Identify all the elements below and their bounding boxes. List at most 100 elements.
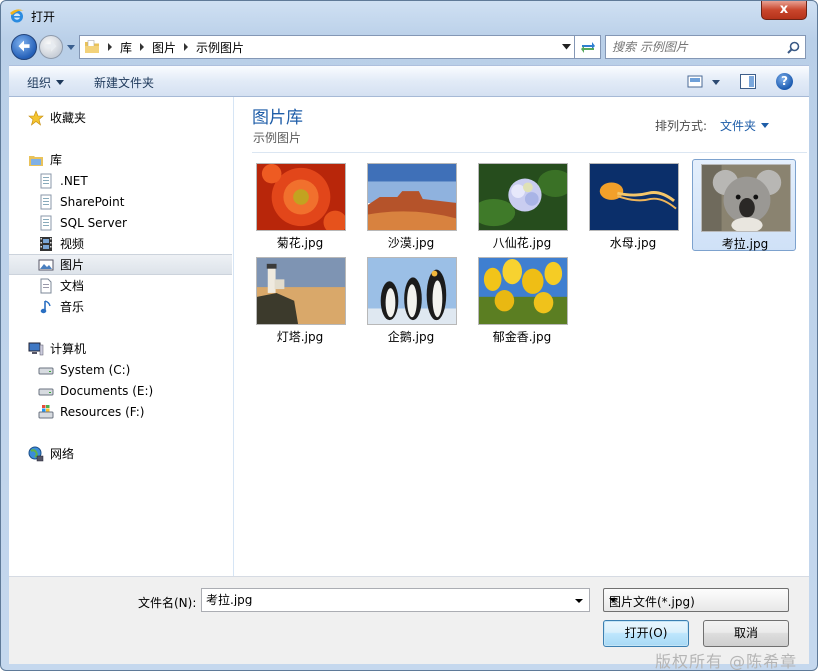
sidebar-item-music[interactable]: 音乐 bbox=[9, 296, 232, 317]
chevron-right-icon[interactable] bbox=[107, 43, 113, 51]
new-folder-button[interactable]: 新建文件夹 bbox=[94, 74, 154, 91]
network-globe-icon bbox=[28, 446, 44, 461]
library-title: 图片库 bbox=[252, 108, 303, 128]
navigation-bar: 库 图片 示例图片 bbox=[9, 32, 809, 62]
breadcrumb-libraries[interactable]: 库 bbox=[120, 39, 132, 56]
chevron-right-icon[interactable] bbox=[139, 43, 145, 51]
file-name: 沙漠.jpg bbox=[387, 236, 435, 250]
sidebar-item-sharepoint[interactable]: SharePoint bbox=[9, 191, 232, 212]
command-toolbar: 组织 新建文件夹 ? bbox=[9, 65, 809, 97]
libraries-icon bbox=[29, 155, 43, 166]
sidebar-item-libraries[interactable]: 库 bbox=[9, 149, 232, 170]
sidebar-item-drive-c[interactable]: System (C:) bbox=[9, 359, 232, 380]
arrange-by-dropdown[interactable]: 文件夹 bbox=[720, 117, 770, 134]
filetype-select[interactable]: 图片文件(*.jpg) bbox=[603, 588, 789, 612]
organize-label: 组织 bbox=[27, 76, 52, 90]
chevron-right-icon[interactable] bbox=[183, 43, 189, 51]
arrow-right-icon bbox=[45, 40, 57, 52]
address-bar[interactable]: 库 图片 示例图片 bbox=[79, 35, 575, 59]
document-library-icon bbox=[40, 173, 52, 188]
picture-icon bbox=[38, 259, 54, 270]
document-icon bbox=[40, 278, 52, 293]
file-name: 企鹅.jpg bbox=[387, 330, 435, 344]
music-note-icon bbox=[40, 299, 51, 313]
filename-input[interactable] bbox=[206, 592, 566, 606]
chevron-down-icon[interactable] bbox=[562, 43, 571, 51]
copyright-watermark: 版权所有 @陈希章 bbox=[655, 652, 798, 671]
chevron-down-icon bbox=[56, 80, 65, 85]
breadcrumb-sample-pictures[interactable]: 示例图片 bbox=[196, 39, 244, 56]
file-list-pane: 图片库 示例图片 排列方式: 文件夹 菊花.jpg 沙漠.jpg 八仙花.jpg… bbox=[234, 97, 809, 576]
file-item-hydrangeas[interactable]: 八仙花.jpg bbox=[470, 159, 574, 251]
sidebar-item-videos[interactable]: 视频 bbox=[9, 233, 232, 254]
hard-drive-icon bbox=[38, 367, 54, 374]
sidebar-item-network[interactable]: 网络 bbox=[9, 443, 232, 464]
title-bar[interactable]: 打开 x bbox=[1, 1, 817, 31]
close-button[interactable]: x bbox=[761, 1, 807, 20]
thumbnail-koala bbox=[701, 164, 791, 232]
chevron-down-icon bbox=[761, 123, 770, 128]
help-button[interactable]: ? bbox=[776, 73, 793, 90]
document-library-icon bbox=[40, 215, 52, 230]
forward-button[interactable] bbox=[39, 35, 63, 59]
thumbnail-penguins bbox=[367, 257, 457, 325]
file-item-koala[interactable]: 考拉.jpg bbox=[692, 159, 796, 251]
internet-explorer-icon bbox=[10, 9, 24, 23]
refresh-icon bbox=[580, 42, 595, 53]
breadcrumb-pictures[interactable]: 图片 bbox=[152, 39, 176, 56]
change-view-icon[interactable] bbox=[687, 75, 721, 89]
file-item-lighthouse[interactable]: 灯塔.jpg bbox=[248, 253, 352, 345]
computer-icon bbox=[28, 342, 44, 355]
file-name: 灯塔.jpg bbox=[276, 330, 324, 344]
thumbnail-lighthouse bbox=[256, 257, 346, 325]
navigation-pane: 收藏夹 库 .NET SharePoint SQL Server 视频 图片 文… bbox=[9, 97, 234, 576]
filetype-value: 图片文件(*.jpg) bbox=[609, 595, 695, 609]
thumbnail-chrysanthemum bbox=[256, 163, 346, 231]
thumbnail-jellyfish bbox=[589, 163, 679, 231]
arrow-left-icon bbox=[18, 40, 30, 52]
sidebar-item-sql-server[interactable]: SQL Server bbox=[9, 212, 232, 233]
thumbnail-desert bbox=[367, 163, 457, 231]
search-icon[interactable] bbox=[787, 41, 800, 54]
refresh-button[interactable] bbox=[575, 35, 601, 59]
back-button[interactable] bbox=[11, 34, 37, 60]
cancel-button[interactable]: 取消 bbox=[703, 620, 789, 647]
sidebar-item-dotnet[interactable]: .NET bbox=[9, 170, 232, 191]
organize-button[interactable]: 组织 bbox=[27, 74, 65, 91]
file-item-penguins[interactable]: 企鹅.jpg bbox=[359, 253, 463, 345]
file-name: 八仙花.jpg bbox=[492, 236, 552, 250]
sidebar-item-pictures[interactable]: 图片 bbox=[9, 254, 232, 275]
filename-label: 文件名(N): bbox=[138, 596, 197, 610]
file-item-jellyfish[interactable]: 水母.jpg bbox=[581, 159, 685, 251]
search-box[interactable] bbox=[605, 35, 806, 59]
file-item-tulips[interactable]: 郁金香.jpg bbox=[470, 253, 574, 345]
star-icon bbox=[28, 109, 44, 126]
file-name: 考拉.jpg bbox=[721, 237, 769, 251]
thumbnail-hydrangeas bbox=[478, 163, 568, 231]
search-input[interactable] bbox=[612, 40, 782, 54]
file-item-desert[interactable]: 沙漠.jpg bbox=[359, 159, 463, 251]
file-name: 郁金香.jpg bbox=[492, 330, 552, 344]
windows-drive-icon bbox=[38, 404, 54, 418]
film-icon bbox=[40, 236, 52, 251]
sidebar-item-favorites[interactable]: 收藏夹 bbox=[9, 107, 232, 128]
sidebar-item-computer[interactable]: 计算机 bbox=[9, 338, 232, 359]
chevron-down-icon bbox=[609, 598, 617, 602]
hard-drive-icon bbox=[38, 388, 54, 395]
chevron-down-icon[interactable] bbox=[575, 599, 583, 603]
filename-combobox[interactable] bbox=[201, 588, 590, 612]
open-button[interactable]: 打开(O) bbox=[603, 620, 689, 647]
file-item-chrysanthemum[interactable]: 菊花.jpg bbox=[248, 159, 352, 251]
file-name: 水母.jpg bbox=[609, 236, 657, 250]
arrange-by-value: 文件夹 bbox=[720, 119, 757, 133]
divider bbox=[252, 152, 807, 153]
preview-pane-icon[interactable] bbox=[740, 74, 756, 89]
recent-pages-dropdown-icon[interactable] bbox=[66, 42, 76, 52]
sidebar-item-drive-f[interactable]: Resources (F:) bbox=[9, 401, 232, 422]
open-file-dialog: 打开 x 库 图片 示例图片 搜索 示例图片 组织 新建文件夹 ? 收藏夹 库 … bbox=[0, 0, 818, 671]
sidebar-item-drive-e[interactable]: Documents (E:) bbox=[9, 380, 232, 401]
document-library-icon bbox=[40, 194, 52, 209]
sidebar-item-documents[interactable]: 文档 bbox=[9, 275, 232, 296]
library-subtitle: 示例图片 bbox=[253, 131, 302, 145]
file-name: 菊花.jpg bbox=[276, 236, 324, 250]
